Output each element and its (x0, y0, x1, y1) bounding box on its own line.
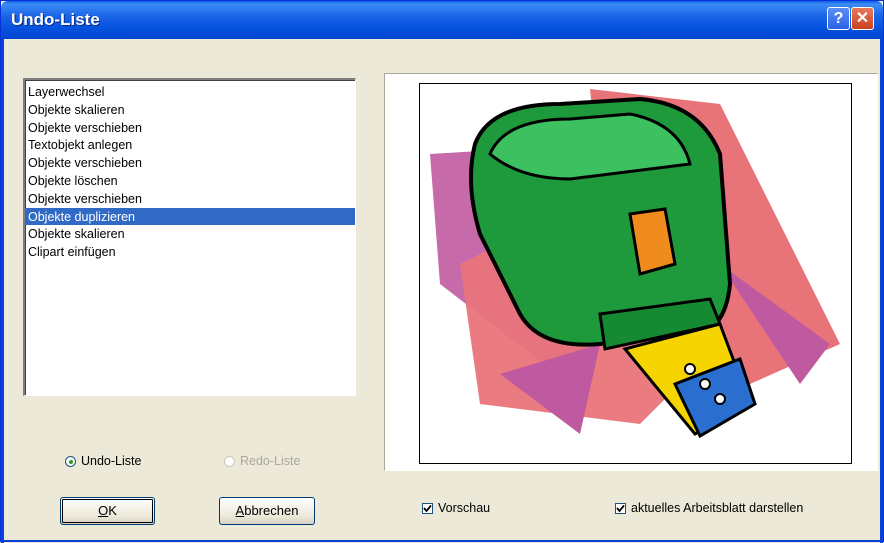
current-sheet-checkbox[interactable]: aktuelles Arbeitsblatt darstellen (615, 501, 803, 515)
list-item[interactable]: Objekte skalieren (25, 225, 355, 243)
checkmark-icon[interactable] (422, 503, 433, 514)
current-sheet-checkbox-label: aktuelles Arbeitsblatt darstellen (631, 501, 804, 515)
radio-redo-list: Redo-Liste (224, 454, 300, 468)
title-bar[interactable]: Undo-Liste ? ✕ (1, 1, 883, 39)
undo-list-box[interactable]: Layerwechsel Objekte skalieren Objekte v… (23, 78, 356, 396)
list-item[interactable]: Objekte löschen (25, 172, 355, 190)
list-item[interactable]: Objekte skalieren (25, 101, 355, 119)
cancel-label-rest: bbrechen (244, 503, 299, 518)
checkmark-icon[interactable] (615, 503, 626, 514)
list-item-selected[interactable]: Objekte duplizieren (25, 207, 355, 226)
radio-redo-label: Redo-Liste (240, 454, 301, 468)
radio-undo-list[interactable]: Undo-Liste (65, 454, 141, 468)
radio-undo-label: Undo-Liste (81, 454, 142, 468)
list-item[interactable]: Objekte verschieben (25, 119, 355, 137)
list-item[interactable]: Objekte verschieben (25, 154, 355, 172)
ok-mnemonic: O (98, 503, 109, 518)
undo-dialog: Undo-Liste ? ✕ Layerwechsel Objekte skal… (0, 0, 884, 543)
help-button[interactable]: ? (827, 7, 850, 30)
window-frame-left (1, 39, 4, 543)
list-item[interactable]: Textobjekt anlegen (25, 136, 355, 154)
tape-measure-clipart (430, 89, 840, 439)
cancel-mnemonic: A (235, 503, 245, 518)
preview-checkbox-label: Vorschau (438, 501, 491, 515)
preview-canvas (419, 83, 852, 464)
list-item[interactable]: Clipart einfügen (25, 243, 355, 261)
radio-unselected-icon (224, 456, 235, 467)
list-item[interactable]: Layerwechsel (25, 83, 355, 101)
ok-button[interactable]: OK (60, 497, 155, 525)
cancel-button[interactable]: Abbrechen (219, 497, 315, 525)
window-title: Undo-Liste (11, 10, 100, 29)
ok-label-rest: K (108, 503, 117, 518)
radio-selected-icon[interactable] (65, 456, 76, 467)
close-button[interactable]: ✕ (851, 7, 874, 30)
window-frame-right (880, 39, 883, 543)
preview-checkbox[interactable]: Vorschau (422, 501, 490, 515)
list-item[interactable]: Objekte verschieben (25, 190, 355, 208)
